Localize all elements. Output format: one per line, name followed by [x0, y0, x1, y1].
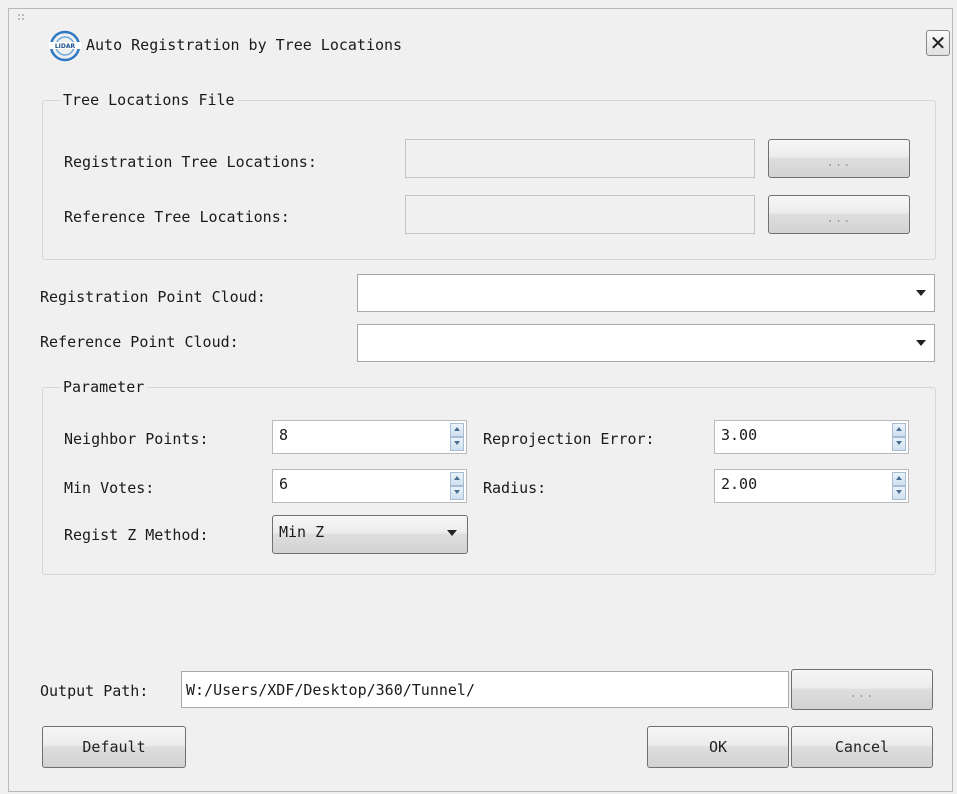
radius-label: Radius:	[483, 479, 547, 497]
registration-point-cloud-label: Registration Point Cloud:	[40, 288, 266, 306]
output-path-value: W:/Users/XDF/Desktop/360/Tunnel/	[186, 681, 475, 699]
min-votes-label: Min Votes:	[64, 479, 155, 497]
min-votes-value: 6	[279, 475, 289, 493]
registration-tree-locations-field[interactable]	[405, 139, 755, 178]
tree-locations-group-title: Tree Locations File	[60, 91, 238, 109]
parameter-group-title: Parameter	[60, 378, 148, 396]
reprojection-error-value: 3.00	[721, 426, 758, 444]
reference-tree-locations-field[interactable]	[405, 195, 755, 234]
output-path-input[interactable]: W:/Users/XDF/Desktop/360/Tunnel/	[181, 671, 789, 708]
spin-arrows-icon[interactable]	[892, 423, 906, 451]
close-button[interactable]: ✕	[926, 30, 950, 56]
browse-reference-tree-button[interactable]: ...	[768, 195, 910, 234]
neighbor-points-spinbox[interactable]: 8	[272, 420, 467, 454]
dialog-title: Auto Registration by Tree Locations	[86, 36, 403, 54]
radius-spinbox[interactable]: 2.00	[714, 469, 909, 503]
min-votes-spinbox[interactable]: 6	[272, 469, 467, 503]
reference-point-cloud-select[interactable]	[357, 324, 935, 362]
reprojection-error-label: Reprojection Error:	[483, 430, 655, 448]
registration-tree-locations-label: Registration Tree Locations:	[64, 153, 317, 171]
chevron-down-icon	[916, 290, 926, 296]
spin-arrows-icon[interactable]	[892, 472, 906, 500]
tree-locations-group	[42, 100, 936, 260]
regist-z-method-label: Regist Z Method:	[64, 526, 209, 544]
browse-output-path-button[interactable]: ...	[791, 669, 933, 710]
chevron-down-icon	[916, 340, 926, 346]
svg-text:LIDAR: LIDAR	[55, 43, 76, 50]
app-logo-icon: LIDAR	[43, 24, 87, 68]
regist-z-method-select[interactable]: Min Z	[272, 515, 468, 554]
default-button[interactable]: Default	[42, 726, 186, 768]
browse-registration-tree-button[interactable]: ...	[768, 139, 910, 178]
spin-arrows-icon[interactable]	[450, 423, 464, 451]
registration-point-cloud-select[interactable]	[357, 274, 935, 312]
regist-z-method-value: Min Z	[279, 523, 325, 541]
neighbor-points-label: Neighbor Points:	[64, 430, 209, 448]
cancel-button[interactable]: Cancel	[791, 726, 933, 768]
reprojection-error-spinbox[interactable]: 3.00	[714, 420, 909, 454]
reference-point-cloud-label: Reference Point Cloud:	[40, 333, 239, 351]
neighbor-points-value: 8	[279, 426, 289, 444]
output-path-label: Output Path:	[40, 682, 149, 700]
spin-arrows-icon[interactable]	[450, 472, 464, 500]
radius-value: 2.00	[721, 475, 758, 493]
reference-tree-locations-label: Reference Tree Locations:	[64, 208, 290, 226]
resize-grip	[18, 14, 42, 24]
chevron-down-icon	[447, 530, 457, 536]
ok-button[interactable]: OK	[647, 726, 789, 768]
close-icon: ✕	[929, 31, 947, 55]
